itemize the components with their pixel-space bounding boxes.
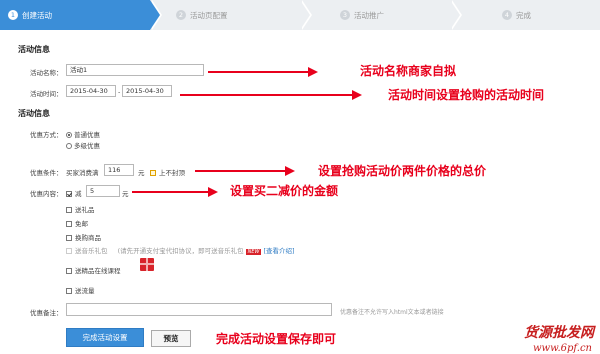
step-1-number: 1 [8,10,18,20]
no-ceiling-label: 上不封顶 [159,169,185,177]
music-new-badge: NEW [245,249,262,255]
free-shipping-check-icon[interactable] [66,221,72,227]
annotation-name: 活动名称商家自拟 [360,64,457,78]
end-date-input[interactable]: 2015-04-30 [122,85,172,97]
annotation-save: 完成活动设置保存即可 [216,332,337,346]
reduce-check-icon[interactable] [66,191,72,197]
step-2-number: 2 [176,10,186,20]
remark-label: 优惠备注： [30,309,63,317]
option-traffic-label: 送流量 [75,287,95,295]
remark-input[interactable] [66,303,332,316]
music-intro-link[interactable]: [查看介绍] [263,247,294,255]
activity-name-label: 活动名称： [30,69,63,77]
option-course-label: 送精品在线课程 [75,267,121,275]
watermark-url: www.6pf.cn [533,343,592,354]
annotation-price: 设置抢购活动价两件价格的总价 [318,164,487,178]
annotation-arrow-1 [208,67,318,77]
offer-type-multi-label: 多级优惠 [74,142,100,150]
step-bar: 1 创建活动 2 活动页配置 3 活动推广 4 完成 [0,0,600,30]
annotation-arrow-2 [180,90,362,100]
option-gift-label: 送礼品 [75,206,95,214]
condition-amount-input[interactable]: 116 [104,164,134,176]
section-title-offer: 活动信息 [18,109,50,118]
start-date-input[interactable]: 2015-04-30 [66,85,116,97]
reduce-amount-input[interactable]: 5 [86,185,120,197]
reduce-unit: 元 [122,190,129,198]
course-check-icon[interactable] [66,268,72,274]
option-music-label: 送音乐礼包 [75,247,108,255]
option-exchange[interactable]: 换购商品 [66,232,101,242]
offer-type-label: 优惠方式： [30,131,63,139]
radio-normal-icon[interactable] [66,132,72,138]
condition-prefix: 买家消费满 [66,169,99,177]
annotation-arrow-3 [195,166,295,176]
offer-type-normal[interactable]: 普通优惠 [66,129,100,139]
date-separator: - [118,88,121,96]
finish-setup-button[interactable]: 完成活动设置 [66,328,144,347]
offer-type-normal-label: 普通优惠 [74,131,100,139]
step-3-number: 3 [340,10,350,20]
no-ceiling-checkbox[interactable]: 上不封顶 [150,167,185,177]
exchange-check-icon[interactable] [66,235,72,241]
annotation-reduce: 设置买二减价的金额 [230,184,339,198]
music-check-icon[interactable] [66,248,72,254]
step-2-label: 活动页配置 [190,10,228,20]
step-2: 2 活动页配置 [150,0,312,30]
step-3: 3 活动推广 [300,0,462,30]
radio-multi-icon[interactable] [66,143,72,149]
offer-condition-label: 优惠条件： [30,169,63,177]
offer-type-multi[interactable]: 多级优惠 [66,140,100,150]
option-course[interactable]: 送精品在线课程 [66,265,121,275]
option-gift[interactable]: 送礼品 [66,204,95,214]
option-traffic[interactable]: 送流量 [66,285,95,295]
music-note: (请先开通支付宝代扣协议，即可送音乐礼包 [117,247,244,255]
option-music[interactable]: 送音乐礼包 (请先开通支付宝代扣协议，即可送音乐礼包 NEW [查看介绍] [66,245,295,255]
gift-check-icon[interactable] [66,207,72,213]
offer-content-label: 优惠内容： [30,190,63,198]
no-ceiling-check-icon[interactable] [150,170,156,176]
step-1: 1 创建活动 [0,0,162,30]
activity-name-input[interactable]: 活动1 [66,64,204,76]
step-4: 4 完成 [450,0,600,30]
annotation-time: 活动时间设置抢购的活动时间 [388,88,545,102]
option-free-shipping[interactable]: 免邮 [66,218,88,228]
step-4-number: 4 [502,10,512,20]
step-3-label: 活动推广 [354,10,384,20]
gift-icon [140,258,154,271]
traffic-check-icon[interactable] [66,288,72,294]
preview-button[interactable]: 预览 [151,330,191,347]
remark-hint: 优惠备注不允许写入html文本或者链接 [340,309,444,316]
step-4-label: 完成 [516,10,531,20]
reduce-checkbox[interactable]: 减 [66,188,82,198]
reduce-label: 减 [75,190,82,198]
step-1-label: 创建活动 [22,10,52,20]
activity-time-label: 活动时间： [30,90,63,98]
watermark-logo: 货源批发网 [524,325,594,341]
condition-unit: 元 [138,169,145,177]
option-free-shipping-label: 免邮 [75,220,88,228]
option-exchange-label: 换购商品 [75,234,101,242]
section-title-basic: 活动信息 [18,45,50,54]
annotation-arrow-4 [132,187,218,197]
